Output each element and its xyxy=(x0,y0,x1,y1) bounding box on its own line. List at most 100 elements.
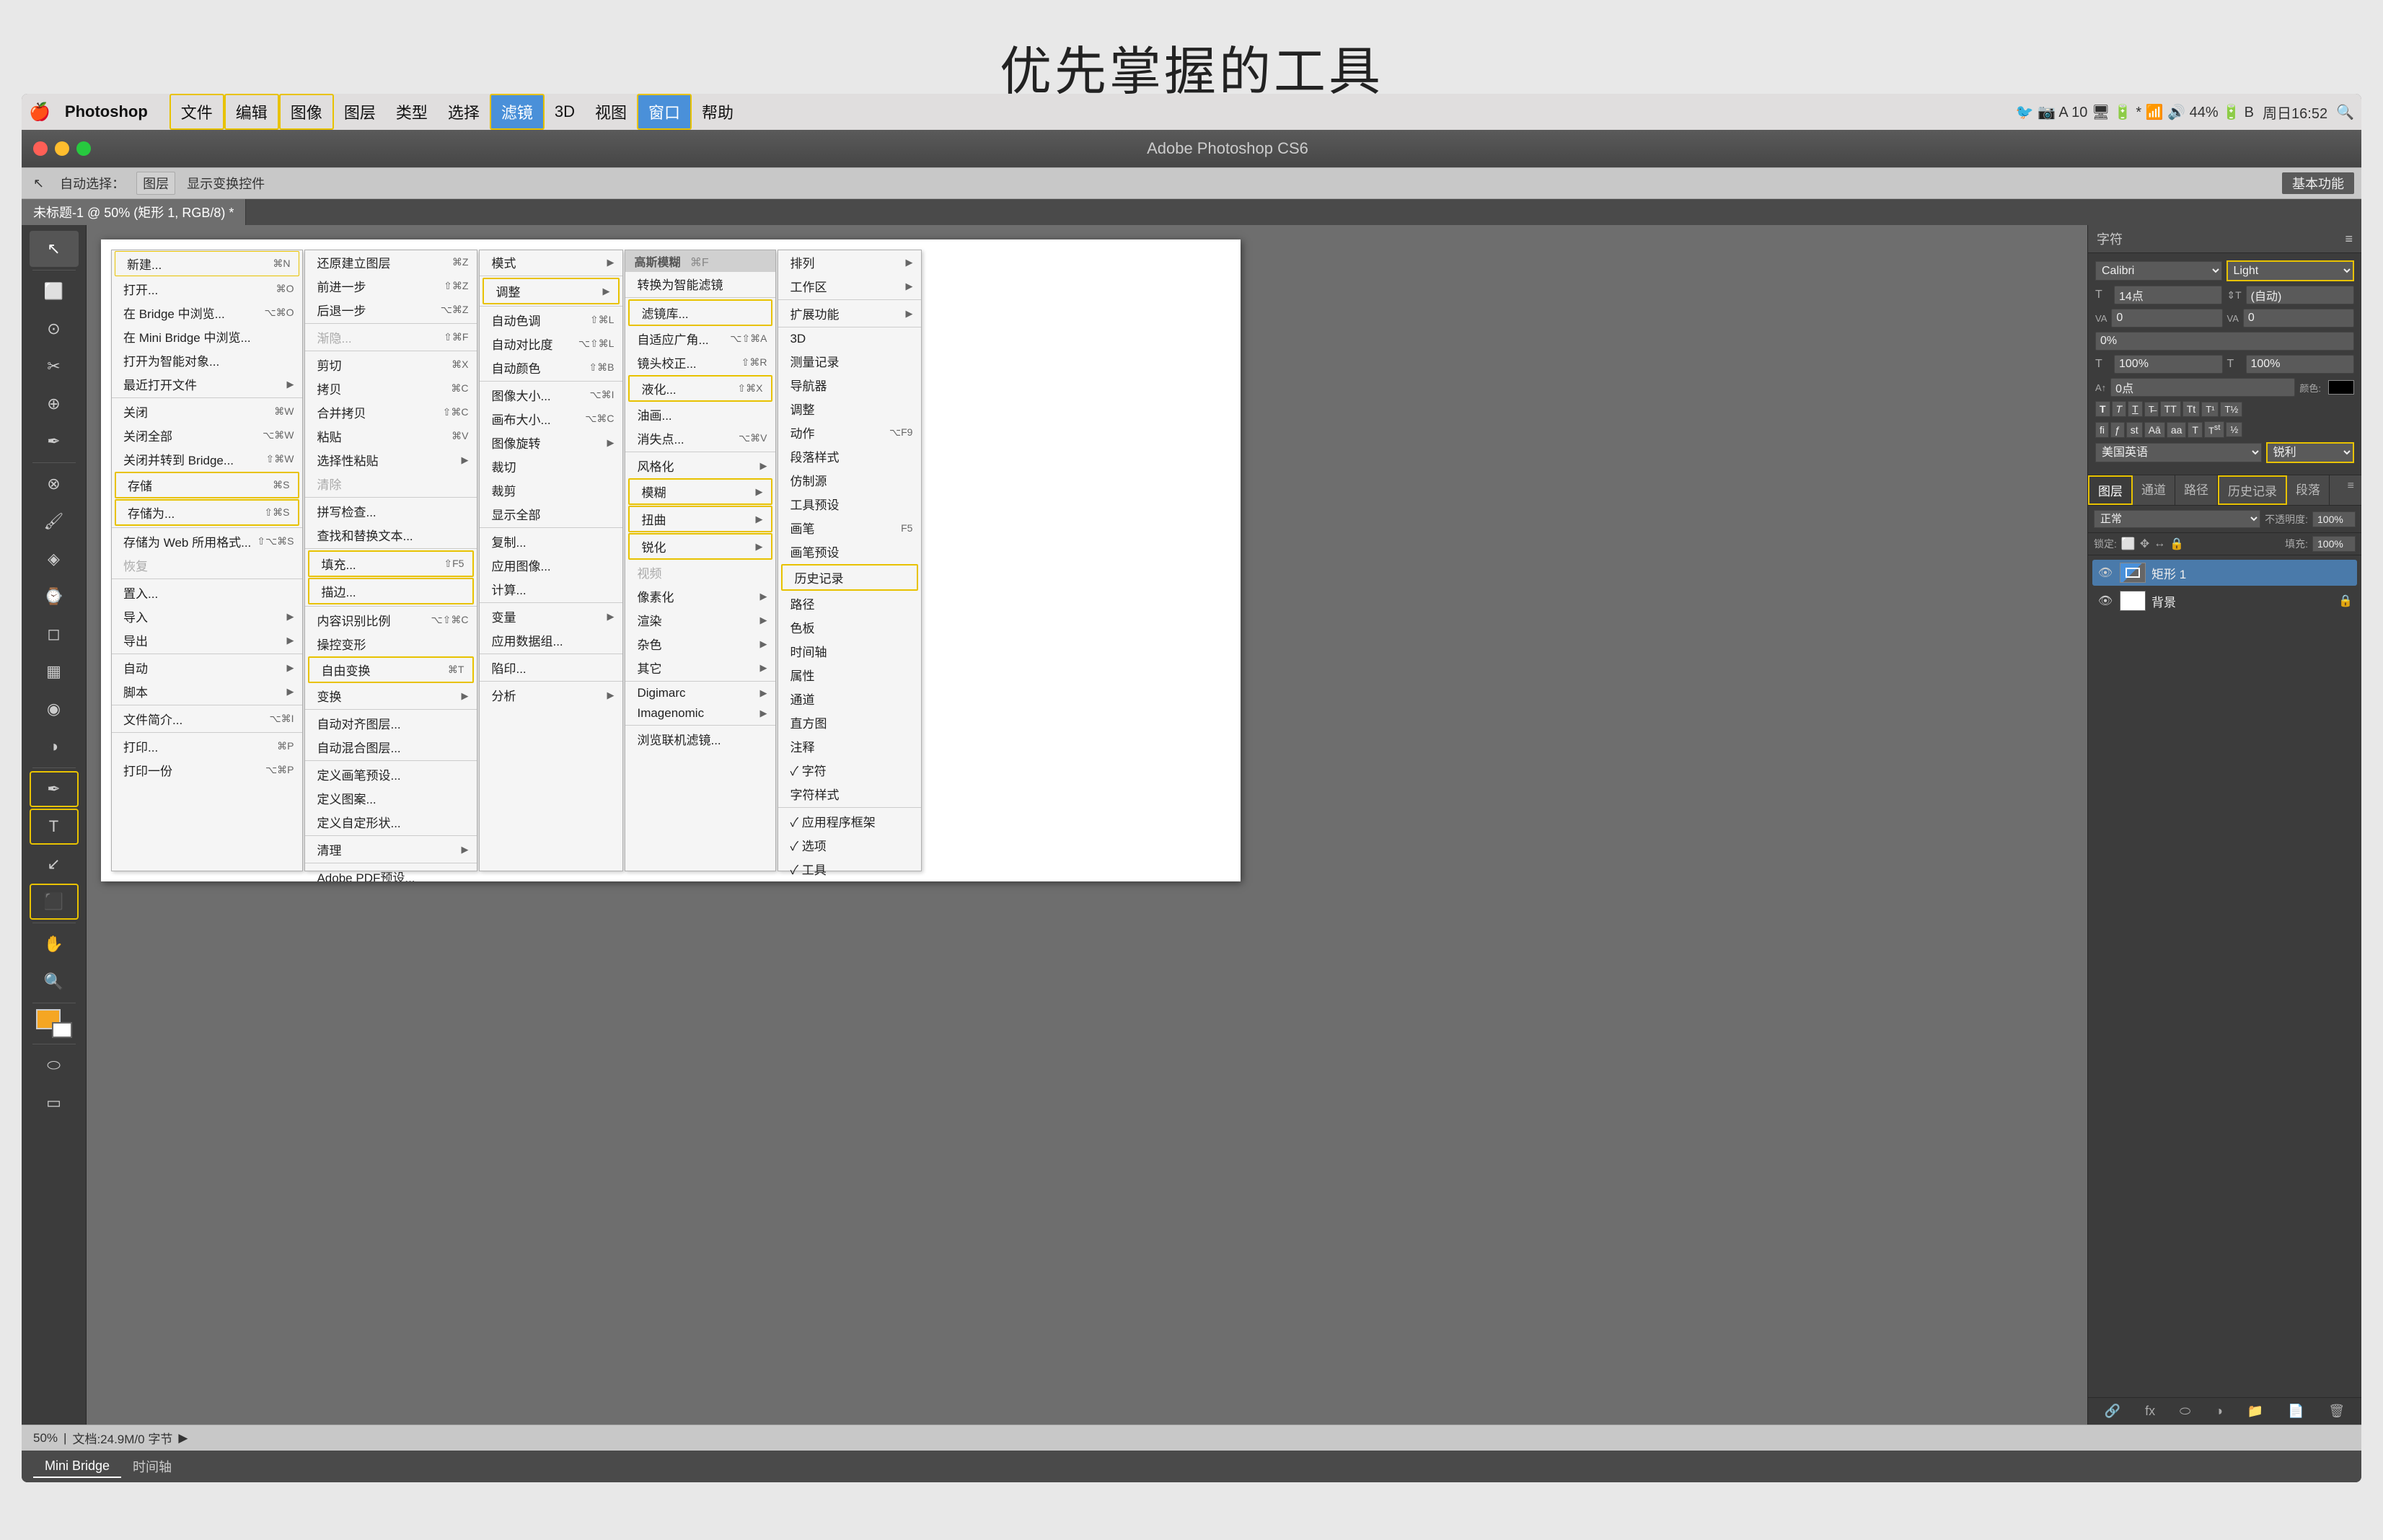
opacity-input[interactable] xyxy=(2312,511,2356,527)
horiz-scale-input[interactable] xyxy=(2114,355,2223,374)
tool-zoom[interactable]: 🔍 xyxy=(30,964,79,1000)
tool-quick-select[interactable]: ✂ xyxy=(30,348,79,384)
tool-path-select[interactable]: ↙ xyxy=(30,846,79,882)
char-halfwidth[interactable]: ½ xyxy=(2226,422,2242,437)
blend-mode-select[interactable]: 正常 xyxy=(2094,510,2260,528)
char-frac[interactable]: st xyxy=(2126,422,2143,438)
mask-btn[interactable]: ⬭ xyxy=(2175,1402,2195,1420)
layers-panel-menu[interactable]: ≡ xyxy=(2340,475,2361,505)
menu-file[interactable]: 文件 xyxy=(169,94,224,130)
char-liga[interactable]: fi xyxy=(2095,422,2109,438)
char-bold[interactable]: T xyxy=(2095,401,2110,417)
layers-tab-channels[interactable]: 通道 xyxy=(2133,475,2175,505)
menu-filter[interactable]: 滤镜 xyxy=(490,94,545,130)
new-layer-btn[interactable]: 📄 xyxy=(2283,1402,2308,1420)
workspace-selector[interactable]: 基本功能 xyxy=(2282,172,2354,194)
char-italic[interactable]: T xyxy=(2112,401,2127,417)
char-oldstyle[interactable]: ƒ xyxy=(2110,422,2125,438)
lock-all[interactable]: 🔒 xyxy=(2170,537,2184,551)
delete-layer-btn[interactable]: 🗑 xyxy=(2324,1402,2349,1420)
tool-eraser[interactable]: ◻ xyxy=(30,616,79,652)
tool-dodge[interactable]: ◑ xyxy=(30,729,79,765)
layers-tab-history[interactable]: 历史记录 xyxy=(2218,475,2287,505)
layer-visibility-bg[interactable]: 👁 xyxy=(2097,594,2114,608)
adj-layer-btn[interactable]: ◑ xyxy=(2211,1402,2227,1420)
layers-tab-paths[interactable]: 路径 xyxy=(2175,475,2218,505)
menu-select[interactable]: 选择 xyxy=(438,94,490,130)
layers-tab-layers[interactable]: 图层 xyxy=(2088,475,2133,505)
menu-image[interactable]: 图像 xyxy=(279,94,334,130)
menu-layer[interactable]: 图层 xyxy=(334,94,386,130)
tool-history-brush[interactable]: ⌚ xyxy=(30,578,79,615)
lang-select[interactable]: 美国英语 xyxy=(2095,443,2262,462)
tool-eyedropper[interactable]: ✒ xyxy=(30,423,79,459)
tool-blur[interactable]: ◉ xyxy=(30,691,79,727)
kerning-input[interactable] xyxy=(2111,309,2222,327)
char-smallcaps[interactable]: Tt xyxy=(2182,401,2200,417)
tool-lasso[interactable]: ⊙ xyxy=(30,311,79,347)
menu-help[interactable]: 帮助 xyxy=(692,94,744,130)
close-button[interactable] xyxy=(33,141,48,156)
char-contextual[interactable]: Tst xyxy=(2204,421,2224,438)
vertical-scale-input[interactable] xyxy=(2095,332,2354,351)
bottom-tab-bridge[interactable]: Mini Bridge xyxy=(33,1456,121,1478)
tool-move[interactable]: ↖ xyxy=(30,231,79,267)
tool-marquee[interactable]: ⬜ xyxy=(30,273,79,309)
tool-gradient[interactable]: ▦ xyxy=(30,654,79,690)
tracking-input[interactable] xyxy=(2243,309,2354,327)
layer-item-bg[interactable]: 👁 背景 🔒 xyxy=(2092,588,2357,614)
char-panel-menu[interactable]: ≡ xyxy=(2345,232,2353,247)
char-strikethrough[interactable]: T̶ xyxy=(2144,402,2159,417)
char-titling[interactable]: T xyxy=(2188,422,2203,438)
font-family-select[interactable]: Calibri xyxy=(2095,261,2222,281)
tool-screen-mode[interactable]: ▭ xyxy=(30,1085,79,1121)
auto-select-dropdown[interactable]: 图层 xyxy=(136,172,175,195)
tool-mask[interactable]: ⬭ xyxy=(30,1047,79,1083)
maximize-button[interactable] xyxy=(76,141,91,156)
tool-stamp[interactable]: ◈ xyxy=(30,541,79,577)
lock-move[interactable]: ↔ xyxy=(2154,537,2165,550)
vert-scale-input2[interactable] xyxy=(2246,355,2355,374)
tool-hand[interactable]: ✋ xyxy=(30,926,79,962)
minimize-button[interactable] xyxy=(55,141,69,156)
doc-tab[interactable]: 未标题-1 @ 50% (矩形 1, RGB/8) * xyxy=(22,199,246,225)
tool-shape[interactable]: ⬛ xyxy=(30,884,79,920)
font-style-select[interactable]: Light xyxy=(2226,260,2355,281)
fill-input[interactable] xyxy=(2312,536,2356,552)
group-btn[interactable]: 📁 xyxy=(2243,1402,2268,1420)
lock-gradient[interactable]: ✥ xyxy=(2140,537,2149,551)
background-color[interactable] xyxy=(52,1022,72,1038)
fx-btn[interactable]: fx xyxy=(2141,1402,2159,1420)
tool-crop[interactable]: ⊕ xyxy=(30,386,79,422)
char-ordinal[interactable]: Aā xyxy=(2144,422,2165,438)
file-place: 置入... xyxy=(112,581,302,604)
tool-pen[interactable]: ✒ xyxy=(30,771,79,807)
char-allcaps[interactable]: TT xyxy=(2160,401,2181,417)
link-layers-btn[interactable]: 🔗 xyxy=(2100,1402,2125,1420)
status-arrow[interactable]: ▶ xyxy=(178,1431,188,1446)
search-icon[interactable]: 🔍 xyxy=(2336,103,2354,121)
lock-pixel[interactable]: ⬜ xyxy=(2121,537,2136,551)
char-super[interactable]: T¹ xyxy=(2201,402,2219,417)
tool-brush[interactable]: 🖌 xyxy=(30,503,79,540)
menu-edit[interactable]: 编辑 xyxy=(224,94,279,130)
menu-window[interactable]: 窗口 xyxy=(637,94,692,130)
layer-item-shape[interactable]: 👁 矩形 1 xyxy=(2092,560,2357,586)
char-underline[interactable]: T xyxy=(2128,401,2143,417)
aa-select[interactable]: 锐利 xyxy=(2266,442,2354,463)
menu-view[interactable]: 视图 xyxy=(585,94,637,130)
tool-heal[interactable]: ⊗ xyxy=(30,466,79,502)
font-size-input[interactable] xyxy=(2114,286,2222,304)
leading-input[interactable] xyxy=(2246,286,2354,304)
baseline-input[interactable] xyxy=(2110,378,2295,397)
menu-3d[interactable]: 3D xyxy=(545,94,585,130)
layer-visibility-shape[interactable]: 👁 xyxy=(2097,566,2114,580)
char-swash[interactable]: aa xyxy=(2167,422,2187,438)
text-color-swatch[interactable] xyxy=(2328,380,2354,395)
char-sub[interactable]: T½ xyxy=(2220,402,2242,417)
tool-text[interactable]: T xyxy=(30,809,79,845)
menu-type[interactable]: 类型 xyxy=(386,94,438,130)
file-revert: 恢复 xyxy=(112,553,302,577)
layers-tab-paragraph[interactable]: 段落 xyxy=(2287,475,2330,505)
bottom-tab-timeline[interactable]: 时间轴 xyxy=(121,1454,183,1479)
